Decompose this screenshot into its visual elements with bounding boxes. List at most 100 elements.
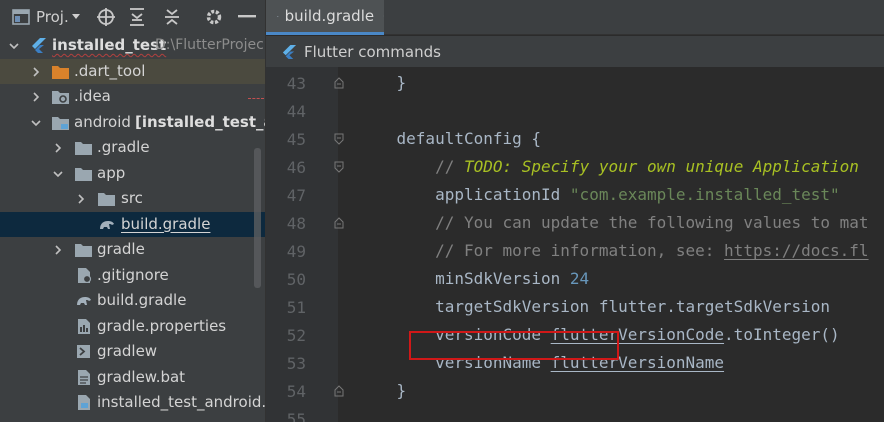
tree-item-idea[interactable]: .idea	[0, 84, 265, 110]
code-token: defaultConfig	[358, 129, 532, 148]
editor-tab-bar: build.gradle	[266, 0, 884, 35]
close-icon[interactable]	[383, 11, 384, 21]
dropdown-arrow-icon	[71, 13, 80, 19]
collapse-all-button[interactable]	[163, 0, 181, 33]
code-token: "com.example.installed_test"	[569, 185, 840, 204]
line-number: 48	[286, 214, 306, 233]
tree-item-installed-test[interactable]: installed_test D:\FlutterProjec	[0, 33, 265, 59]
tree-item-dart-tool[interactable]: .dart_tool	[0, 58, 265, 84]
highlight-box-minsdkversion	[409, 331, 619, 360]
code-token: https://docs.fl	[724, 241, 869, 260]
tree-item-path: D:\FlutterProjec	[155, 37, 264, 53]
crosshair-icon	[97, 7, 115, 26]
tree-item-label: gradlew	[97, 342, 158, 360]
settings-button[interactable]	[204, 0, 224, 33]
line-number: 53	[286, 354, 306, 373]
flutter-module-icon	[32, 38, 46, 53]
line-number: 47	[286, 186, 306, 205]
code-token: // For more information, see:	[358, 241, 725, 260]
code-line: 45 defaultConfig {	[266, 125, 884, 153]
tree-item-app-build-gradle[interactable]: build.gradle	[0, 211, 265, 237]
tree-item-label: .gitignore	[97, 265, 169, 284]
line-number: 50	[286, 270, 306, 289]
tree-item-android[interactable]: android [installed_test_and	[0, 110, 265, 136]
fold-marker-icon[interactable]	[334, 133, 344, 145]
flutter-commands-banner[interactable]: Flutter commands	[266, 36, 884, 67]
code-line: 44	[266, 97, 884, 125]
tree-item-dot-gradle[interactable]: .gradle	[0, 135, 265, 161]
tree-item-module-iml[interactable]: installed_test_android.im	[0, 390, 265, 416]
code-token: targetSdkVersion flutter.targetSdkVersio…	[358, 297, 831, 316]
tree-item-src[interactable]: src	[0, 186, 265, 212]
project-scrollbar[interactable]	[254, 148, 261, 288]
chevron-right-icon	[78, 194, 85, 204]
shell-script-icon	[77, 345, 90, 358]
expand-all-button[interactable]	[128, 0, 146, 33]
banner-label: Flutter commands	[304, 42, 441, 61]
folder-icon	[75, 142, 92, 155]
tree-item-gradle-properties[interactable]: gradle.properties	[0, 314, 265, 340]
line-number: 52	[286, 326, 306, 345]
tree-item-label: gradle.properties	[97, 316, 227, 335]
line-number: 51	[286, 298, 306, 317]
code-text: minSdkVersion 24	[358, 269, 589, 288]
tree-item-gitignore[interactable]: .gitignore	[0, 263, 265, 289]
tree-item-label: .idea	[74, 87, 111, 105]
code-text: // TODO: Specify your own unique Applica…	[358, 157, 859, 176]
project-view-selector[interactable]: Proj.	[12, 0, 81, 33]
tree-item-label: gradlew.bat	[97, 367, 186, 386]
chevron-right-icon	[33, 92, 40, 102]
code-text: applicationId "com.example.installed_tes…	[358, 185, 840, 204]
properties-file-icon	[78, 318, 90, 334]
fold-marker-icon[interactable]	[334, 77, 344, 89]
minimize-icon	[238, 14, 256, 17]
tree-item-label: installed_test	[52, 36, 167, 54]
tab-build-gradle[interactable]: build.gradle	[266, 0, 384, 35]
code-line: 49 // For more information, see: https:/…	[266, 237, 884, 265]
fold-marker-icon[interactable]	[334, 161, 344, 173]
line-number: 45	[286, 130, 306, 149]
fold-marker-icon[interactable]	[334, 217, 344, 229]
code-text: defaultConfig {	[358, 129, 542, 148]
code-text: // You can update the following values t…	[358, 213, 869, 232]
code-view[interactable]: 43 } 44 45 defaultConfig {46 // TODO: Spec…	[266, 67, 884, 422]
tree-item-label: build.gradle	[121, 214, 211, 233]
line-number: 44	[286, 102, 306, 121]
ignore-file-icon	[78, 267, 92, 283]
code-line: 46 // TODO: Specify your own unique Appl…	[266, 153, 884, 181]
tree-item-app[interactable]: app	[0, 161, 265, 187]
code-line: 43 }	[266, 69, 884, 97]
line-number: 46	[286, 158, 306, 177]
tree-item-label: android	[74, 112, 131, 131]
expand-all-icon	[130, 7, 144, 26]
hide-panel-button[interactable]	[238, 0, 256, 33]
code-token: .toInteger()	[724, 325, 840, 344]
tab-label: build.gradle	[284, 7, 375, 25]
tree-item-gradlew[interactable]: gradlew	[0, 339, 265, 365]
ide-window: Proj. installed_test D:\FlutterProjec .d…	[0, 0, 884, 422]
folder-icon	[75, 167, 92, 181]
tree-item-gradlew-bat[interactable]: gradlew.bat	[0, 365, 265, 391]
gradle-elephant-icon	[77, 297, 91, 305]
folder-icon	[75, 244, 92, 257]
code-line: 51 targetSdkVersion flutter.targetSdkVer…	[266, 293, 884, 321]
editor-area: build.gradle Flutter commands 43 } 44 45 d…	[265, 0, 884, 422]
chevron-right-icon	[55, 245, 62, 255]
line-number: 55	[286, 410, 306, 422]
chevron-down-icon	[31, 119, 41, 126]
tree-item-gradle[interactable]: gradle	[0, 237, 265, 263]
code-token: //	[358, 157, 464, 176]
tree-item-label: .dart_tool	[74, 61, 146, 80]
flutter-icon	[282, 44, 297, 59]
code-text: targetSdkVersion flutter.targetSdkVersio…	[358, 297, 830, 316]
locate-file-button[interactable]	[96, 0, 116, 33]
gradle-elephant-icon	[277, 15, 279, 17]
collapse-all-icon	[165, 8, 179, 25]
folder-icon	[98, 193, 115, 206]
code-text: // For more information, see: https://do…	[358, 241, 869, 260]
fold-marker-icon[interactable]	[334, 385, 344, 397]
code-token: // You can update the following values t…	[358, 213, 869, 232]
tree-item-label: .gradle	[97, 138, 150, 156]
gear-icon	[206, 9, 222, 24]
tree-item-build-gradle[interactable]: build.gradle	[0, 288, 265, 314]
